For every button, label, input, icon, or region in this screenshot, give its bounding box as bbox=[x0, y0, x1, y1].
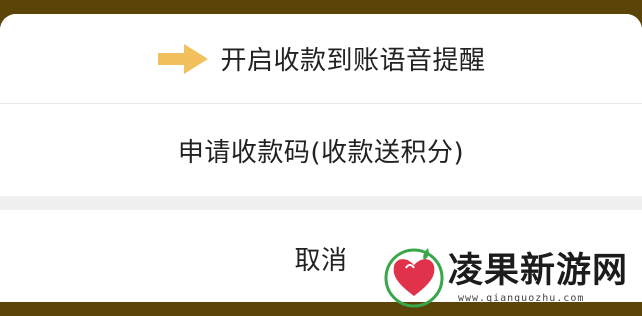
enable-voice-reminder-label: 开启收款到账语音提醒 bbox=[220, 46, 486, 76]
apply-qrcode-label: 申请收款码(收款送积分) bbox=[177, 137, 465, 168]
cancel-label: 取消 bbox=[294, 245, 348, 276]
enable-voice-reminder-option[interactable]: 开启收款到账语音提醒 bbox=[0, 14, 642, 103]
apply-qrcode-option[interactable]: 申请收款码(收款送积分) bbox=[0, 104, 642, 196]
watermark-url: www.qianguozhu.com bbox=[458, 293, 585, 304]
watermark: 凌果新游网 www.qianguozhu.com bbox=[384, 238, 634, 314]
arrow-right-icon bbox=[158, 43, 209, 74]
watermark-title: 凌果新游网 bbox=[448, 251, 629, 291]
section-gap bbox=[0, 196, 642, 210]
heart-logo-icon bbox=[384, 248, 444, 308]
dimmed-backdrop-top[interactable] bbox=[0, 0, 642, 14]
